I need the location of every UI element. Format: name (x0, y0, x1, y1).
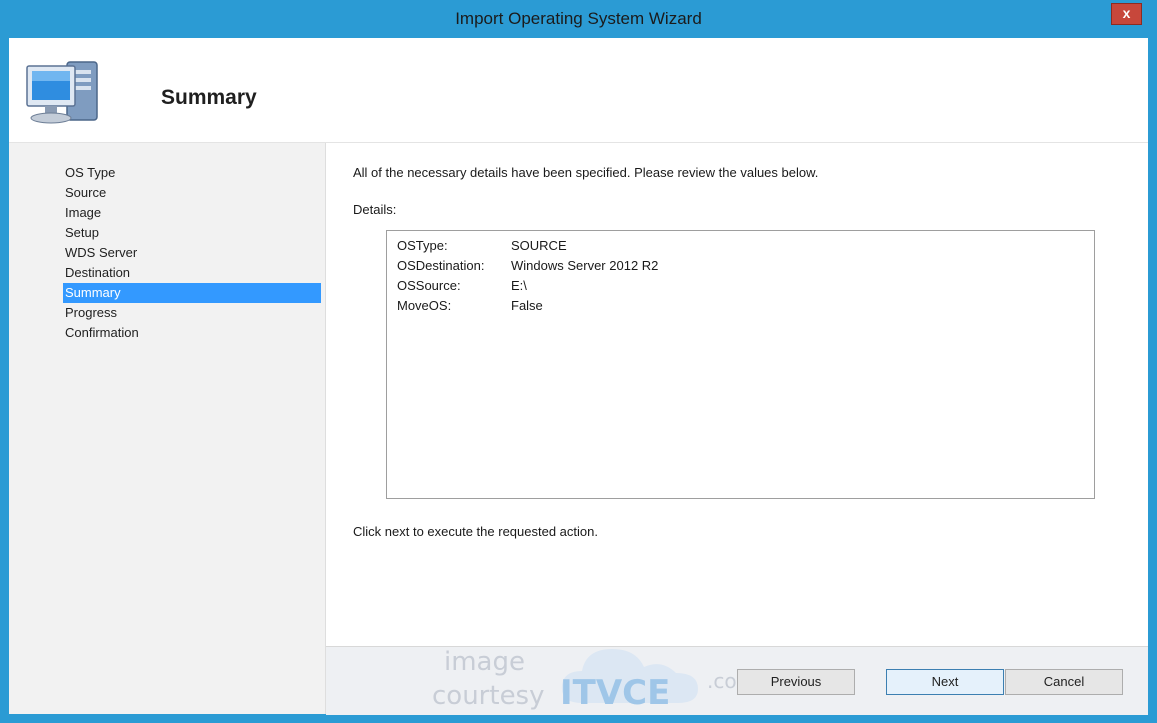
detail-key: OSType: (397, 238, 448, 253)
next-button[interactable]: Next (886, 669, 1004, 695)
cancel-button[interactable]: Cancel (1005, 669, 1123, 695)
detail-key: MoveOS: (397, 298, 452, 313)
computer-icon (26, 61, 98, 124)
previous-button[interactable]: Previous (737, 669, 855, 695)
close-icon: x (1122, 5, 1131, 21)
detail-value: E:\ (511, 278, 527, 293)
nav-item-source[interactable]: Source (63, 183, 321, 203)
details-list[interactable]: OSType: SOURCE OSDestination: Windows Se… (386, 230, 1095, 499)
intro-text: All of the necessary details have been s… (353, 165, 819, 180)
watermark-text-line1: image (444, 647, 525, 677)
close-button[interactable]: x (1111, 3, 1142, 25)
detail-value: SOURCE (511, 238, 567, 253)
nav-item-progress[interactable]: Progress (63, 303, 321, 323)
nav-item-os-type[interactable]: OS Type (63, 163, 321, 183)
detail-value: False (511, 298, 543, 313)
wizard-header: Summary (9, 38, 1148, 143)
wizard-window: Import Operating System Wizard x Summary… (0, 0, 1157, 723)
summary-panel: All of the necessary details have been s… (326, 143, 1148, 714)
details-label: Details: (353, 202, 397, 217)
nav-item-destination[interactable]: Destination (63, 263, 321, 283)
window-title: Import Operating System Wizard (455, 9, 702, 28)
watermark-text-line2: courtesy (432, 681, 545, 711)
detail-key: OSSource: (397, 278, 461, 293)
button-bar: image courtesy ITVCE .com Previous Next … (326, 646, 1148, 715)
execute-note: Click next to execute the requested acti… (353, 524, 598, 539)
watermark-brand: ITVCE (560, 673, 671, 713)
nav-item-confirmation[interactable]: Confirmation (63, 323, 321, 343)
title-bar[interactable]: Import Operating System Wizard x (0, 0, 1157, 38)
watermark: image courtesy ITVCE .com (432, 647, 756, 715)
cloud-icon (561, 649, 698, 703)
wizard-steps-nav: OS Type Source Image Setup WDS Server De… (9, 143, 326, 714)
detail-key: OSDestination: (397, 258, 485, 273)
nav-item-image[interactable]: Image (63, 203, 321, 223)
nav-item-setup[interactable]: Setup (63, 223, 321, 243)
nav-item-wds-server[interactable]: WDS Server (63, 243, 321, 263)
page-title: Summary (161, 86, 257, 109)
detail-value: Windows Server 2012 R2 (511, 258, 659, 273)
nav-item-summary[interactable]: Summary (63, 283, 321, 303)
